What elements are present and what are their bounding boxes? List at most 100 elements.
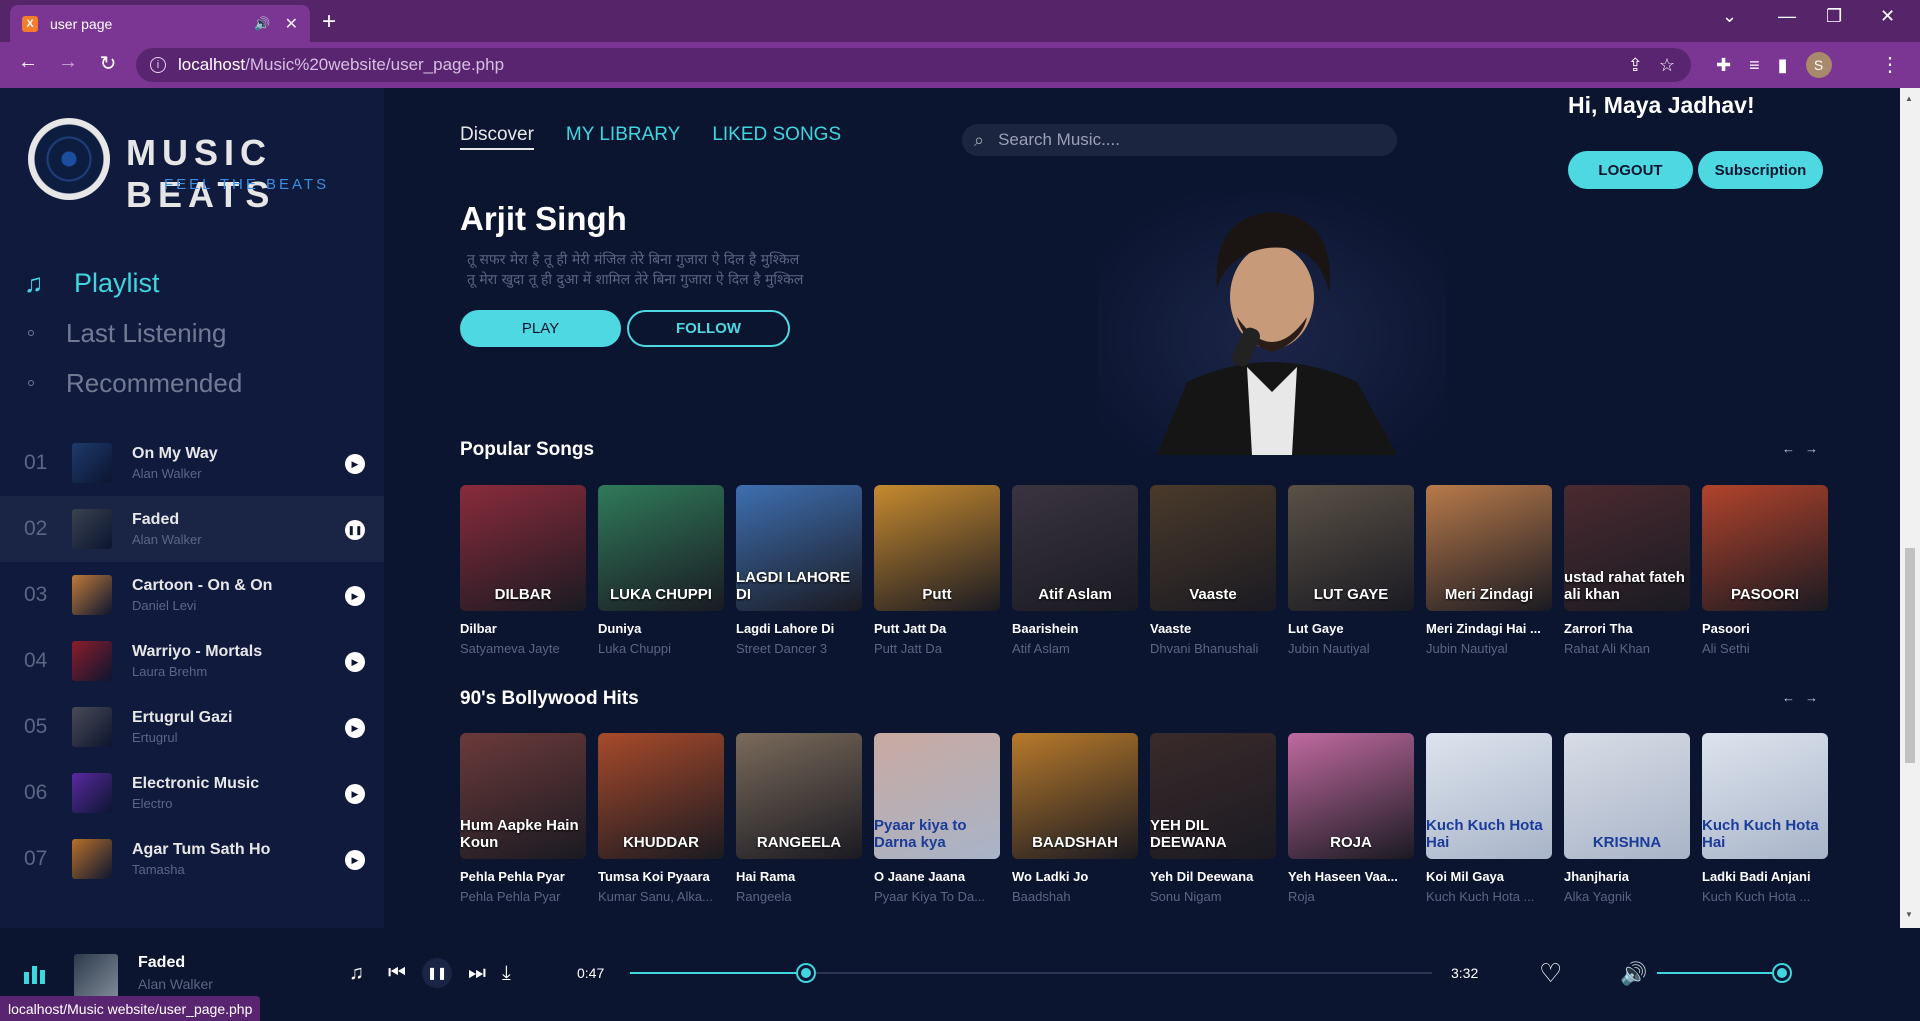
song-card[interactable]: Meri Zindagi Meri Zindagi Hai ... Jubin Na… bbox=[1426, 485, 1552, 656]
omnibox[interactable]: i localhost /Music%20website/user_page.p… bbox=[136, 48, 1691, 82]
player-bar: Faded Alan Walker ♫ ⏮ ❚❚ ⏭ ⤓ 0:47 3:32 ♡… bbox=[0, 928, 1920, 1021]
track-row[interactable]: 06 Electronic Music Electro ▶ bbox=[0, 760, 384, 826]
bookmark-star-icon[interactable]: ☆ bbox=[1659, 55, 1675, 76]
nav-discover[interactable]: Discover bbox=[460, 124, 534, 150]
reload-button[interactable]: ↻ bbox=[94, 51, 122, 76]
play-icon[interactable]: ▶ bbox=[345, 718, 365, 738]
nav-liked-songs[interactable]: LIKED SONGS bbox=[712, 124, 841, 150]
download-icon[interactable]: ⤓ bbox=[502, 962, 511, 985]
window-close-button[interactable]: ✕ bbox=[1880, 6, 1895, 27]
minimize-button[interactable]: — bbox=[1778, 6, 1796, 27]
song-card[interactable]: Kuch Kuch Hota Hai Ladki Badi Anjani Kuch … bbox=[1702, 733, 1828, 904]
track-row[interactable]: 02 Faded Alan Walker ❚❚ bbox=[0, 496, 384, 562]
side-panel-icon[interactable]: ▮ bbox=[1778, 55, 1788, 76]
song-card[interactable]: Atif Aslam Baarishein Atif Aslam bbox=[1012, 485, 1138, 656]
play-icon[interactable]: ▶ bbox=[345, 652, 365, 672]
media-control-icon[interactable]: ≡ bbox=[1749, 55, 1760, 76]
song-card[interactable]: PASOORI Pasoori Ali Sethi bbox=[1702, 485, 1828, 656]
logout-button[interactable]: LOGOUT bbox=[1568, 151, 1693, 189]
hero-play-button[interactable]: PLAY bbox=[460, 310, 621, 347]
site-info-icon[interactable]: i bbox=[150, 57, 166, 73]
progress-knob[interactable] bbox=[798, 965, 815, 981]
song-card[interactable]: Vaaste Vaaste Dhvani Bhanushali bbox=[1150, 485, 1276, 656]
song-card[interactable]: Putt Putt Jatt Da Putt Jatt Da bbox=[874, 485, 1000, 656]
search-bar: ⌕ bbox=[962, 124, 1397, 156]
play-icon[interactable]: ▶ bbox=[345, 850, 365, 870]
logo-name: MUSIC BEATS bbox=[126, 132, 276, 215]
play-icon[interactable]: ▶ bbox=[345, 784, 365, 804]
track-row[interactable]: 05 Ertugrul Gazi Ertugrul ▶ bbox=[0, 694, 384, 760]
subscription-button[interactable]: Subscription bbox=[1698, 151, 1823, 189]
next-arrow-icon[interactable]: → bbox=[1805, 441, 1828, 456]
song-card[interactable]: LAGDI LAHORE DI Lagdi Lahore Di Street Dan… bbox=[736, 485, 862, 656]
page-scrollbar[interactable]: ▲ ▼ bbox=[1900, 88, 1920, 928]
menu-item-last-listening[interactable]: Last Listening bbox=[24, 308, 242, 358]
prev-icon[interactable]: ⏮ bbox=[388, 962, 406, 985]
cover-art-text: KRISHNA bbox=[1592, 834, 1662, 851]
song-card[interactable]: Kuch Kuch Hota Hai Koi Mil Gaya Kuch Kuch … bbox=[1426, 733, 1552, 904]
new-tab-button[interactable]: + bbox=[322, 8, 336, 36]
song-card[interactable]: KHUDDAR Tumsa Koi Pyaara Kumar Sanu, Alka.… bbox=[598, 733, 724, 904]
bullet-icon bbox=[28, 380, 34, 386]
share-icon[interactable]: ⇪ bbox=[1628, 55, 1643, 76]
volume-slider[interactable] bbox=[1657, 972, 1784, 974]
song-cover: Kuch Kuch Hota Hai bbox=[1426, 733, 1552, 859]
track-row[interactable]: 07 Agar Tum Sath Ho Tamasha ▶ bbox=[0, 826, 384, 892]
nav-my-library[interactable]: MY LIBRARY bbox=[566, 124, 680, 150]
forward-button[interactable]: → bbox=[54, 51, 82, 74]
cover-art-text: Atif Aslam bbox=[1038, 586, 1112, 603]
music-note-icon[interactable]: ♫ bbox=[349, 962, 364, 985]
bollywood-hits-row: Hum Aapke Hain Koun Pehla Pehla Pyar Pehla… bbox=[460, 733, 1828, 904]
heart-icon[interactable]: ♡ bbox=[1539, 958, 1562, 989]
scroll-thumb[interactable] bbox=[1905, 548, 1915, 763]
next-arrow-icon[interactable]: → bbox=[1805, 690, 1828, 705]
menu-item-recommended[interactable]: Recommended bbox=[24, 358, 242, 408]
song-card[interactable]: Hum Aapke Hain Koun Pehla Pehla Pyar Pehla… bbox=[460, 733, 586, 904]
cover-art-text: LAGDI LAHORE DI bbox=[736, 569, 851, 603]
pause-button[interactable]: ❚❚ bbox=[422, 958, 452, 988]
tab-audio-icon[interactable]: 🔊 bbox=[254, 16, 270, 32]
song-cover: Meri Zindagi bbox=[1426, 485, 1552, 611]
tab-search-icon[interactable]: ⌄ bbox=[1722, 6, 1737, 27]
cover-art-text: YEH DIL DEEWANA bbox=[1150, 817, 1227, 851]
progress-bar[interactable] bbox=[630, 972, 1432, 974]
profile-avatar[interactable]: S bbox=[1805, 52, 1832, 78]
prev-arrow-icon[interactable]: ← bbox=[1782, 441, 1805, 456]
browser-tab[interactable]: X user page 🔊 ✕ bbox=[10, 5, 310, 42]
hero-lyric-line: तू मेरा खुदा तू ही दुआ में शामिल तेरे बि… bbox=[467, 272, 804, 288]
song-card[interactable]: LUKA CHUPPI Duniya Luka Chuppi bbox=[598, 485, 724, 656]
popular-songs-row: DILBAR Dilbar Satyameva Jayte LUKA CHUPPI Du… bbox=[460, 485, 1828, 656]
search-input[interactable] bbox=[998, 130, 1359, 150]
hero-follow-button[interactable]: FOLLOW bbox=[627, 310, 790, 347]
song-card[interactable]: KRISHNA Jhanjharia Alka Yagnik bbox=[1564, 733, 1690, 904]
play-icon[interactable]: ▶ bbox=[345, 454, 365, 474]
song-card[interactable]: ustad rahat fateh ali khan Zarrori Tha Rah… bbox=[1564, 485, 1690, 656]
track-row[interactable]: 01 On My Way Alan Walker ▶ bbox=[0, 430, 384, 496]
restore-button[interactable]: ❐ bbox=[1826, 6, 1842, 27]
song-artist: Kuch Kuch Hota ... bbox=[1702, 889, 1811, 904]
browser-menu-icon[interactable]: ⋮ bbox=[1880, 52, 1900, 77]
track-row[interactable]: 04 Warriyo - Mortals Laura Brehm ▶ bbox=[0, 628, 384, 694]
song-card[interactable]: BAADSHAH Wo Ladki Jo Baadshah bbox=[1012, 733, 1138, 904]
scroll-down-icon[interactable]: ▼ bbox=[1905, 910, 1913, 919]
next-icon[interactable]: ⏭ bbox=[468, 962, 486, 985]
scroll-up-icon[interactable]: ▲ bbox=[1905, 94, 1913, 103]
tab-close-icon[interactable]: ✕ bbox=[285, 14, 298, 34]
song-cover: DILBAR bbox=[460, 485, 586, 611]
volume-icon[interactable]: 🔊 bbox=[1620, 961, 1647, 987]
menu-item-playlist[interactable]: ♫ Playlist bbox=[24, 258, 242, 308]
track-row[interactable]: 03 Cartoon - On & On Daniel Levi ▶ bbox=[0, 562, 384, 628]
song-card[interactable]: LUT GAYE Lut Gaye Jubin Nautiyal bbox=[1288, 485, 1414, 656]
pause-icon[interactable]: ❚❚ bbox=[345, 520, 365, 540]
song-card[interactable]: Pyaar kiya to Darna kya O Jaane Jaana Pyaa… bbox=[874, 733, 1000, 904]
song-card[interactable]: ROJA Yeh Haseen Vaa... Roja bbox=[1288, 733, 1414, 904]
back-button[interactable]: ← bbox=[14, 51, 42, 74]
prev-arrow-icon[interactable]: ← bbox=[1782, 690, 1805, 705]
extensions-icon[interactable]: ✚ bbox=[1716, 55, 1731, 76]
play-icon[interactable]: ▶ bbox=[345, 586, 365, 606]
song-card[interactable]: RANGEELA Hai Rama Rangeela bbox=[736, 733, 862, 904]
song-card[interactable]: YEH DIL DEEWANA Yeh Dil Deewana Sonu Nigam bbox=[1150, 733, 1276, 904]
song-card[interactable]: DILBAR Dilbar Satyameva Jayte bbox=[460, 485, 586, 656]
volume-knob[interactable] bbox=[1774, 965, 1790, 981]
song-title: Duniya bbox=[598, 621, 642, 636]
